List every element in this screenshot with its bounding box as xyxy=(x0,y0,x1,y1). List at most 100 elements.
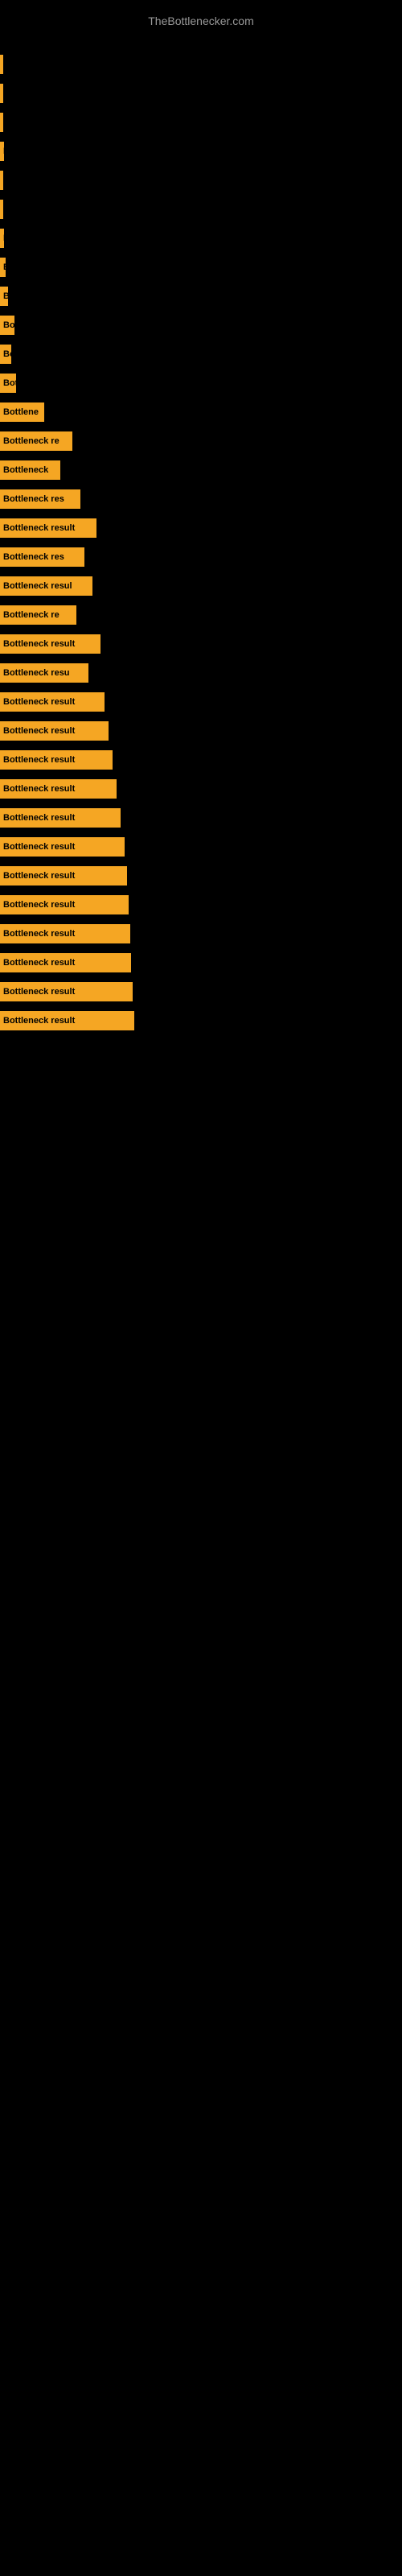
bar xyxy=(0,55,3,74)
bar-row: Bottleneck result xyxy=(0,689,402,715)
bar-row: Bott xyxy=(0,370,402,396)
bar-label: Bottleneck result xyxy=(3,929,75,939)
bar-row: Bottleneck res xyxy=(0,544,402,570)
bar-label: Bottleneck result xyxy=(3,958,75,968)
bar-row: Bottleneck result xyxy=(0,747,402,773)
bar: Bottleneck result xyxy=(0,895,129,914)
bar-row: E xyxy=(0,225,402,251)
bar-label: Bottleneck res xyxy=(3,552,64,562)
bar: Bottleneck re xyxy=(0,431,72,451)
bar-row: Bottleneck resu xyxy=(0,660,402,686)
bar: Bottleneck result xyxy=(0,692,105,712)
bar: Bottleneck res xyxy=(0,547,84,567)
bar: Bottleneck res xyxy=(0,489,80,509)
bar-label: Bott xyxy=(3,320,14,330)
bar-row: Bottleneck result xyxy=(0,805,402,831)
bar: Bo xyxy=(0,345,11,364)
bar-row: Bottleneck result xyxy=(0,776,402,802)
bar-label: Bottleneck result xyxy=(3,639,75,649)
bar: E xyxy=(0,229,4,248)
bar-label: Bottleneck re xyxy=(3,610,59,620)
bar-label: Bottleneck re xyxy=(3,436,59,446)
bar-row: Bottleneck re xyxy=(0,602,402,628)
bar-row xyxy=(0,196,402,222)
bar-row: Bottleneck result xyxy=(0,718,402,744)
bar-row xyxy=(0,52,402,77)
bar xyxy=(0,84,3,103)
bar: Bottleneck result xyxy=(0,1011,134,1030)
bar-label: Bottleneck result xyxy=(3,987,75,997)
bar: Bottleneck re xyxy=(0,605,76,625)
bar: Bottleneck result xyxy=(0,982,133,1001)
bar-label: Bottleneck result xyxy=(3,755,75,765)
bar-label: Bo xyxy=(3,291,8,301)
bar: Bottleneck xyxy=(0,460,60,480)
bar-row: Bott xyxy=(0,312,402,338)
bar: Bo xyxy=(0,287,8,306)
bars-container: E E B Bo Bott Bo Bott Bottlene Bottleneck re Bott… xyxy=(0,43,402,1045)
bar-label: Bottleneck result xyxy=(3,523,75,533)
bar-label: Bott xyxy=(3,378,16,388)
bar-row: B xyxy=(0,254,402,280)
bar-label: E xyxy=(3,147,4,156)
bar-row: Bottleneck result xyxy=(0,515,402,541)
bar-row: Bottleneck result xyxy=(0,892,402,918)
bar xyxy=(0,200,3,219)
bar: Bott xyxy=(0,316,14,335)
bar-label: Bottleneck res xyxy=(3,494,64,504)
bar: Bottleneck result xyxy=(0,953,131,972)
bar-label: Bottlene xyxy=(3,407,39,417)
bar-row: Bottleneck xyxy=(0,457,402,483)
bar-label: Bottleneck result xyxy=(3,697,75,707)
bar-label: Bottleneck result xyxy=(3,871,75,881)
bar-label: Bottleneck result xyxy=(3,1016,75,1026)
bar: Bottleneck result xyxy=(0,634,100,654)
bar-row: Bo xyxy=(0,283,402,309)
bar-row xyxy=(0,80,402,106)
bar-row: Bottleneck res xyxy=(0,486,402,512)
bar: Bottleneck result xyxy=(0,518,96,538)
bar xyxy=(0,113,3,132)
bar-label: B xyxy=(3,262,6,272)
bar-row: Bottleneck resul xyxy=(0,573,402,599)
bar: Bottleneck result xyxy=(0,721,109,741)
bar-row: Bottleneck result xyxy=(0,631,402,657)
bar-label: Bottleneck xyxy=(3,465,48,475)
site-title: TheBottlenecker.com xyxy=(0,8,402,43)
bar-label: Bottleneck result xyxy=(3,842,75,852)
bar xyxy=(0,171,3,190)
bar: Bottleneck resul xyxy=(0,576,92,596)
page-container: TheBottlenecker.com E E B Bo Bott Bo Bott Bottl… xyxy=(0,0,402,2576)
bar: Bottlene xyxy=(0,402,44,422)
bar: Bottleneck result xyxy=(0,924,130,943)
bar: Bott xyxy=(0,374,16,393)
bar-row xyxy=(0,167,402,193)
bar-row: Bottleneck result xyxy=(0,979,402,1005)
bar: Bottleneck resu xyxy=(0,663,88,683)
bar-label: Bottleneck result xyxy=(3,900,75,910)
bar: Bottleneck result xyxy=(0,808,121,828)
bar: Bottleneck result xyxy=(0,837,125,857)
bar-label: Bottleneck resu xyxy=(3,668,70,678)
bar-row: Bottleneck re xyxy=(0,428,402,454)
bar-row: Bottleneck result xyxy=(0,1008,402,1034)
bar: Bottleneck result xyxy=(0,750,113,770)
bar: E xyxy=(0,142,4,161)
bar-label: Bo xyxy=(3,349,11,359)
bar: B xyxy=(0,258,6,277)
bar-row: E xyxy=(0,138,402,164)
bar-row: Bottleneck result xyxy=(0,863,402,889)
bar-label: Bottleneck result xyxy=(3,726,75,736)
bar-row: Bottleneck result xyxy=(0,950,402,976)
bar-label: Bottleneck result xyxy=(3,784,75,794)
bar-row: Bo xyxy=(0,341,402,367)
bar-row xyxy=(0,109,402,135)
bar-row: Bottlene xyxy=(0,399,402,425)
bar: Bottleneck result xyxy=(0,779,117,799)
bar-label: E xyxy=(3,233,4,243)
bar-row: Bottleneck result xyxy=(0,834,402,860)
bar-row: Bottleneck result xyxy=(0,921,402,947)
bar-label: Bottleneck result xyxy=(3,813,75,823)
bar-label: Bottleneck resul xyxy=(3,581,72,591)
bar: Bottleneck result xyxy=(0,866,127,886)
